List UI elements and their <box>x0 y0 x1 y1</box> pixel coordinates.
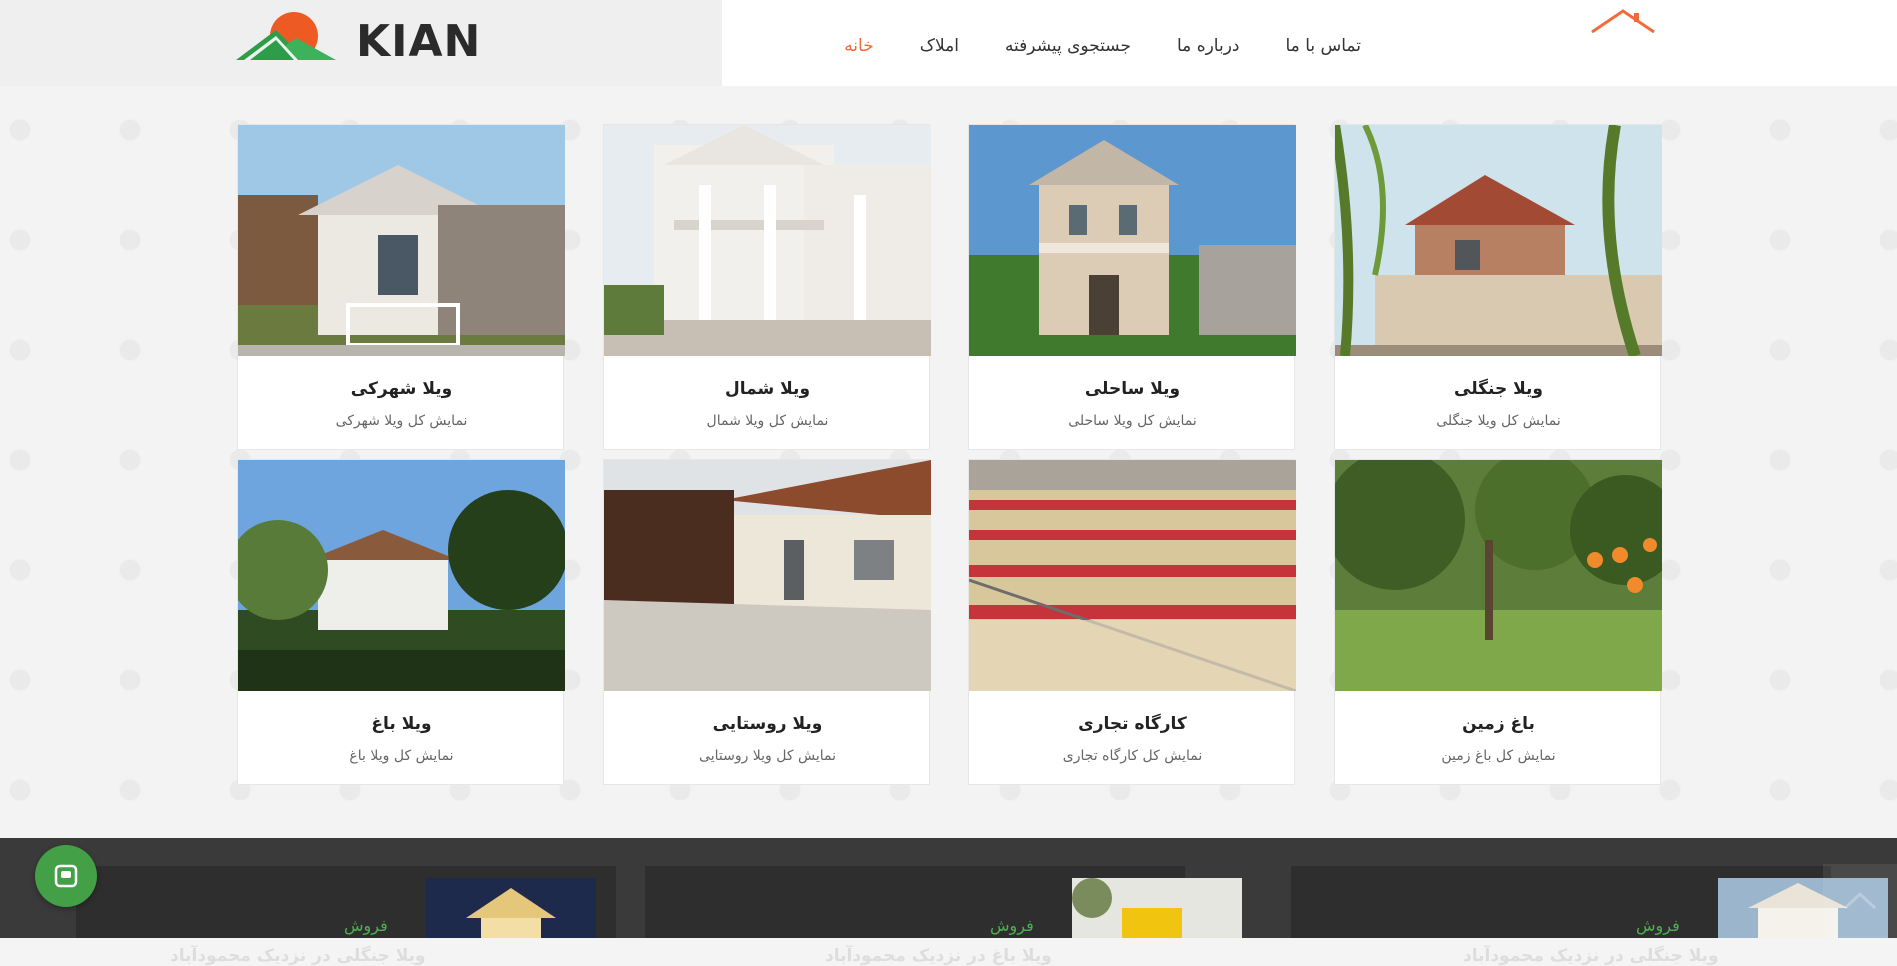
villa-beach-photo <box>969 125 1296 356</box>
category-link[interactable]: نمایش کل ویلا شهرکی <box>238 413 565 429</box>
category-link[interactable]: نمایش کل ویلا شمال <box>604 413 931 429</box>
orchard-land-photo <box>1335 460 1662 691</box>
commercial-workshop-photo <box>969 460 1296 691</box>
category-title: ویلا شهرکی <box>350 379 453 399</box>
category-card[interactable]: ویلا باغ نمایش کل ویلا باغ <box>237 459 565 785</box>
category-link[interactable]: نمایش کل ویلا باغ <box>238 748 565 764</box>
nav-contact[interactable]: تماس با ما <box>1286 36 1362 56</box>
category-card[interactable]: ویلا روستایی نمایش کل ویلا روستایی <box>603 459 931 785</box>
listing-title[interactable]: ویلا باغ در نزدیک محمودآباد <box>825 946 1052 966</box>
nav-properties[interactable]: املاک <box>920 36 959 56</box>
nav-about[interactable]: درباره ما <box>1177 36 1240 56</box>
featured-card[interactable]: فروش ویلا باغ در نزدیک محمودآباد <box>645 866 1242 966</box>
category-title: ویلا جنگلی <box>1454 379 1543 399</box>
villa-north-photo <box>604 125 931 356</box>
site-header: KIAN خانه املاک جستجوی پیشرفته درباره ما… <box>0 0 1897 86</box>
featured-card[interactable]: فروش ویلا جنگلی در نزدیک محمودآباد <box>1291 866 1888 966</box>
category-card[interactable]: ویلا شهرکی نمایش کل ویلا شهرکی <box>237 124 565 450</box>
listing-tag: فروش <box>990 916 1034 935</box>
nav-advanced-search[interactable]: جستجوی پیشرفته <box>1005 36 1131 56</box>
category-card[interactable]: کارگاه تجاری نمایش کل کارگاه تجاری <box>968 459 1296 785</box>
category-title: ویلا باغ <box>371 714 432 734</box>
listing-tag: فروش <box>344 916 388 935</box>
chat-button[interactable] <box>35 845 97 907</box>
category-link[interactable]: نمایش کل ویلا جنگلی <box>1335 413 1662 429</box>
scroll-to-top-button[interactable] <box>1823 864 1897 938</box>
category-title: ویلا شمال <box>724 379 811 399</box>
category-link[interactable]: نمایش کل ویلا روستایی <box>604 748 931 764</box>
featured-listings: فروش ویلا جنگلی در نزدیک محمودآباد فروش … <box>0 838 1897 966</box>
category-title: باغ زمین <box>1462 714 1535 734</box>
header-logo-area: KIAN <box>0 0 722 86</box>
listing-tag: فروش <box>1636 916 1680 935</box>
listing-thumbnail <box>426 878 596 938</box>
villa-town-photo <box>238 125 565 356</box>
villa-rural-photo <box>604 460 931 691</box>
listing-title[interactable]: ویلا جنگلی در نزدیک محمودآباد <box>1463 946 1719 966</box>
category-link[interactable]: نمایش کل باغ زمین <box>1335 748 1662 764</box>
category-card[interactable]: ویلا جنگلی نمایش کل ویلا جنگلی <box>1334 124 1662 450</box>
listing-title[interactable]: ویلا جنگلی در نزدیک محمودآباد <box>170 946 426 966</box>
category-link[interactable]: نمایش کل ویلا ساحلی <box>969 413 1296 429</box>
nav-home[interactable]: خانه <box>844 36 874 56</box>
featured-card[interactable]: فروش ویلا جنگلی در نزدیک محمودآباد <box>76 866 616 966</box>
category-card[interactable]: ویلا ساحلی نمایش کل ویلا ساحلی <box>968 124 1296 450</box>
villa-garden-photo <box>238 460 565 691</box>
main-nav: خانه املاک جستجوی پیشرفته درباره ما تماس… <box>798 36 1361 56</box>
logo-mark-icon <box>236 12 336 60</box>
logo-text: KIAN <box>356 16 482 67</box>
villa-forest-photo <box>1335 125 1662 356</box>
category-link[interactable]: نمایش کل کارگاه تجاری <box>969 748 1296 764</box>
category-card[interactable]: باغ زمین نمایش کل باغ زمین <box>1334 459 1662 785</box>
category-card[interactable]: ویلا شمال نمایش کل ویلا شمال <box>603 124 931 450</box>
category-title: ویلا روستایی <box>712 714 823 734</box>
home-roof-icon <box>1591 9 1655 34</box>
category-title: کارگاه تجاری <box>1078 714 1187 734</box>
category-title: ویلا ساحلی <box>1084 379 1181 399</box>
logo[interactable]: KIAN <box>236 10 480 67</box>
chat-icon <box>54 864 78 888</box>
chevron-up-icon <box>1843 891 1877 910</box>
listing-thumbnail <box>1072 878 1242 938</box>
